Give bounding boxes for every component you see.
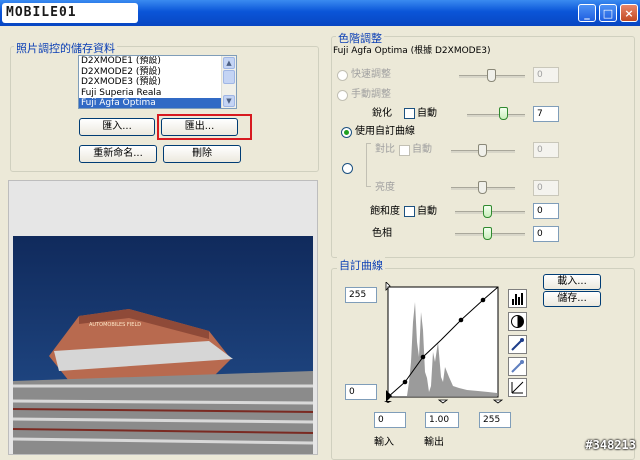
contrast-auto-checkbox[interactable] (399, 145, 410, 156)
curve-point (402, 379, 408, 385)
manual-adjust-radio[interactable] (337, 90, 348, 101)
photo-preview-frame: AUTOMOBILES FIELD (8, 180, 318, 455)
gray-eyedropper-icon[interactable] (508, 357, 527, 376)
rename-button[interactable]: 重新命名... (79, 145, 157, 163)
black-point-marker (384, 401, 392, 403)
tone-group-title: 色階調整 (336, 30, 384, 46)
export-highlight-frame (157, 114, 252, 140)
brightness-field[interactable]: 0 (533, 180, 559, 196)
manual-adjust-label: 手動調整 (351, 89, 391, 100)
brightness-label: 亮度 (375, 182, 395, 193)
sharpen-thumb[interactable] (499, 107, 508, 120)
custom-curve-label: 使用自訂曲線 (355, 126, 415, 137)
minimize-button[interactable]: _ (578, 4, 596, 22)
close-button[interactable]: × (620, 4, 638, 22)
curve-point (480, 297, 486, 303)
quick-adjust-radio[interactable] (337, 70, 348, 81)
white-point-marker (492, 399, 503, 404)
curve-group-title: 自訂曲線 (337, 257, 385, 273)
save-curve-button[interactable]: 儲存... (543, 291, 601, 307)
preset-item[interactable]: D2XMODE3 (預設) (79, 77, 236, 88)
contrast-field[interactable]: 0 (533, 142, 559, 158)
stadium-photo: AUTOMOBILES FIELD (12, 236, 314, 454)
black-eyedropper-icon[interactable] (508, 335, 527, 354)
mobile01-logo: MOBILE01 (2, 3, 138, 23)
preset-item[interactable]: Fuji Superia Reala (79, 88, 236, 99)
sharpen-slider[interactable] (467, 114, 525, 117)
input-white-field[interactable]: 255 (479, 412, 511, 428)
presets-group-title: 照片調控的儲存資料 (14, 40, 117, 56)
histogram-icon[interactable] (508, 289, 527, 308)
contrast-brightness-bracket (366, 143, 371, 187)
hue-thumb[interactable] (483, 227, 492, 240)
saturation-field[interactable]: 0 (533, 203, 559, 219)
load-curve-button[interactable]: 載入... (543, 274, 601, 290)
stadium-sign-text: AUTOMOBILES FIELD (89, 322, 141, 328)
tone-curve-editor[interactable] (383, 282, 503, 406)
preset-item[interactable]: D2XMODE2 (預設) (79, 67, 236, 78)
quick-adjust-label: 快速調整 (351, 69, 391, 80)
curve-point (458, 317, 464, 323)
contrast-label: 對比 (375, 144, 395, 155)
saturation-label: 飽和度 (370, 206, 400, 217)
import-button[interactable]: 匯入... (79, 118, 155, 136)
gamma-field[interactable]: 1.00 (425, 412, 459, 428)
quick-adjust-thumb[interactable] (487, 69, 496, 82)
tone-subtitle: Fuji Agfa Optima (根據 D2XMODE3) (333, 46, 491, 56)
input-label: 輸入 (374, 437, 394, 448)
hue-field[interactable]: 0 (533, 226, 559, 242)
scroll-down-icon[interactable]: ▼ (223, 95, 235, 107)
sharpen-auto-checkbox[interactable] (404, 108, 415, 119)
output-label: 輸出 (424, 437, 444, 448)
reset-curve-icon[interactable] (508, 378, 527, 397)
preset-item-selected[interactable]: Fuji Agfa Optima (79, 98, 236, 108)
output-min-field[interactable]: 0 (345, 384, 377, 400)
sharpen-field[interactable]: 7 (533, 106, 559, 122)
delete-button[interactable]: 刪除 (163, 145, 241, 163)
preset-listbox[interactable]: D2XMODE1 (預設) D2XMODE2 (預設) D2XMODE3 (預設… (78, 55, 237, 109)
list-scrollbar[interactable]: ▲ ▼ (221, 56, 236, 108)
quick-adjust-field[interactable]: 0 (533, 67, 559, 83)
saturation-auto-label: 自動 (417, 206, 437, 217)
gamma-marker (437, 399, 449, 404)
saturation-auto-checkbox[interactable] (404, 206, 415, 217)
hue-label: 色相 (372, 228, 392, 239)
contrast-circle-icon[interactable] (508, 312, 527, 331)
contrast-auto-label: 自動 (412, 144, 432, 155)
curve-point (420, 354, 426, 360)
curve-detail-radio[interactable] (342, 163, 353, 174)
watermark-text: #348213 (585, 438, 636, 452)
scroll-thumb[interactable] (223, 70, 235, 84)
contrast-thumb[interactable] (478, 144, 487, 157)
preset-item[interactable]: D2XMODE1 (預設) (79, 56, 236, 67)
sharpen-label: 銳化 (372, 108, 392, 119)
output-max-field[interactable]: 255 (345, 287, 377, 303)
input-black-field[interactable]: 0 (374, 412, 406, 428)
brightness-thumb[interactable] (478, 181, 487, 194)
sharpen-auto-label: 自動 (417, 108, 437, 119)
saturation-thumb[interactable] (483, 205, 492, 218)
custom-curve-radio[interactable] (341, 127, 352, 138)
scroll-up-icon[interactable]: ▲ (223, 57, 235, 69)
maximize-button[interactable]: □ (599, 4, 617, 22)
